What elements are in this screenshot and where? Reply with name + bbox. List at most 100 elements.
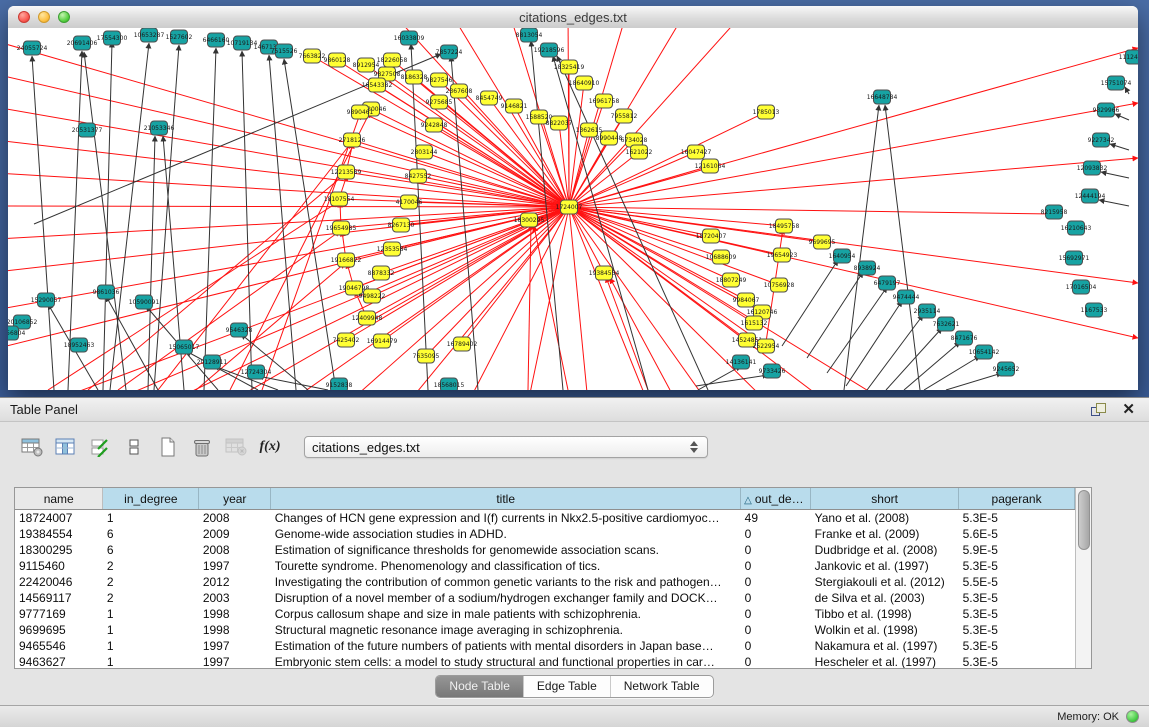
node-table: namein_degreeyeartitle△out_de…shortpager…	[15, 488, 1075, 668]
status-bar: Memory: OK	[0, 705, 1149, 727]
table-cell: 1	[103, 510, 199, 527]
table-settings-icon[interactable]	[18, 434, 46, 460]
float-panel-icon[interactable]	[1091, 403, 1106, 416]
delete-column-icon[interactable]	[188, 434, 216, 460]
network-view[interactable]: 7663822986012889129541822605898275088186…	[8, 28, 1138, 390]
column-header-in-degree[interactable]: in_degree	[103, 488, 199, 510]
graph-node-label: 18568015	[434, 382, 465, 389]
table-cell: 5.3E-5	[959, 654, 1075, 668]
vertical-scrollbar[interactable]	[1075, 488, 1091, 668]
table-cell: 5.5E-5	[959, 574, 1075, 590]
column-header-pagerank[interactable]: pagerank	[959, 488, 1075, 510]
graph-node-label: 19166822	[331, 257, 362, 264]
memory-status-indicator[interactable]	[1126, 710, 1139, 723]
row-height-icon[interactable]	[120, 434, 148, 460]
graph-node-label: 7955812	[611, 113, 638, 120]
column-header-name[interactable]: name	[15, 488, 103, 510]
table-cell: 1997	[199, 558, 271, 574]
graph-edge	[569, 103, 1138, 207]
table-toolbar: f(x) citations_edges.txt	[0, 422, 1149, 466]
network-canvas[interactable]: 7663822986012889129541822605898275088186…	[8, 28, 1138, 390]
table-cell: Dudbridge et al. (2008)	[811, 542, 959, 558]
graph-node-label: 8267130	[388, 222, 415, 229]
function-builder-icon[interactable]: f(x)	[256, 434, 284, 460]
graph-node-label: 4170046	[396, 199, 423, 206]
graph-node-label: 1615132	[741, 320, 768, 327]
graph-node-label: 12353584	[377, 246, 408, 253]
table-cell: 1998	[199, 622, 271, 638]
table-cell: 0	[741, 638, 811, 654]
vertical-scrollbar-thumb[interactable]	[1078, 490, 1090, 550]
graph-node-label: 15290057	[31, 297, 62, 304]
window-titlebar[interactable]: citations_edges.txt	[8, 6, 1138, 29]
new-column-icon[interactable]	[154, 434, 182, 460]
graph-node-label: 2367608	[446, 88, 473, 95]
graph-edge	[867, 315, 923, 390]
graph-node-label: 16033809	[394, 35, 425, 42]
select-attributes-icon[interactable]	[86, 434, 114, 460]
close-window-button[interactable]	[18, 11, 30, 23]
table-cell: 5.3E-5	[959, 606, 1075, 622]
graph-edge	[360, 112, 569, 207]
table-cell: 0	[741, 654, 811, 668]
tab-edge-table[interactable]: Edge Table	[523, 676, 610, 697]
graph-node-label: 16120746	[747, 309, 778, 316]
table-cell: 2008	[199, 542, 271, 558]
graph-node-label: 6479197	[874, 280, 901, 287]
tab-network-table[interactable]: Network Table	[610, 676, 713, 697]
graph-node-label: 7857224	[436, 49, 463, 56]
table-row[interactable]: 1456911722003Disruption of a novel membe…	[15, 590, 1075, 606]
table-selector-dropdown[interactable]: citations_edges.txt	[304, 436, 708, 458]
graph-node-label: 9152838	[326, 382, 353, 389]
table-cell: 2009	[199, 526, 271, 542]
show-columns-icon[interactable]	[52, 434, 80, 460]
graph-node-label: 7515526	[271, 48, 298, 55]
table-cell: 5.3E-5	[959, 622, 1075, 638]
import-table-icon[interactable]	[222, 434, 250, 460]
graph-node-label: 1785013	[753, 109, 780, 116]
graph-node-label: 8822037	[546, 120, 573, 127]
table-cell: 2008	[199, 510, 271, 527]
column-header-title[interactable]: title	[271, 488, 741, 510]
graph-node-label: 6466160	[203, 37, 230, 44]
tab-node-table[interactable]: Node Table	[436, 676, 523, 697]
function-builder-label: f(x)	[260, 439, 281, 455]
column-header-out-de-[interactable]: △out_de…	[741, 488, 811, 510]
table-cell: 0	[741, 622, 811, 638]
table-row[interactable]: 1872400712008Changes of HCN gene express…	[15, 510, 1075, 527]
column-header-year[interactable]: year	[199, 488, 271, 510]
table-row[interactable]: 946362711997Embryonic stem cells: a mode…	[15, 654, 1075, 668]
table-cell: 9699695	[15, 622, 103, 638]
graph-edge	[827, 287, 887, 373]
table-cell: 5.6E-5	[959, 526, 1075, 542]
table-cell: 5.3E-5	[959, 558, 1075, 574]
table-row[interactable]: 1938455462009Genome-wide association stu…	[15, 526, 1075, 542]
table-cell: 5.3E-5	[959, 638, 1075, 654]
table-row[interactable]: 2242004622012Investigating the contribut…	[15, 574, 1075, 590]
minimize-window-button[interactable]	[38, 11, 50, 23]
graph-edge	[1115, 114, 1129, 120]
graph-edge	[1125, 87, 1129, 94]
sort-ascending-icon: △	[744, 495, 752, 506]
table-cell: Hescheler et al. (1997)	[811, 654, 959, 668]
table-row[interactable]: 977716911998Corpus callosum shape and si…	[15, 606, 1075, 622]
graph-node-label: 7632621	[933, 321, 960, 328]
graph-node-label: 18952463	[64, 342, 95, 349]
graph-node-label: 16648784	[867, 94, 898, 101]
graph-node-label: 18495758	[769, 223, 800, 230]
table-row[interactable]: 946554611997Estimation of the future num…	[15, 638, 1075, 654]
table-cell: 1998	[199, 606, 271, 622]
table-cell: 0	[741, 526, 811, 542]
column-header-short[interactable]: short	[811, 488, 959, 510]
graph-edge	[846, 301, 902, 386]
close-panel-icon[interactable]: ✕	[1122, 403, 1135, 416]
graph-node-label: 19218596	[534, 47, 565, 54]
table-row[interactable]: 1830029562008Estimation of significance …	[15, 542, 1075, 558]
table-row[interactable]: 969969511998Structural magnetic resonanc…	[15, 622, 1075, 638]
graph-node-label: 20128911	[197, 359, 228, 366]
zoom-window-button[interactable]	[58, 11, 70, 23]
graph-edge	[8, 206, 569, 207]
node-table-scroll-area[interactable]: namein_degreeyeartitle△out_de…shortpager…	[15, 488, 1075, 668]
table-row[interactable]: 911546021997Tourette syndrome. Phenomeno…	[15, 558, 1075, 574]
column-header-label: out_de…	[755, 492, 804, 506]
